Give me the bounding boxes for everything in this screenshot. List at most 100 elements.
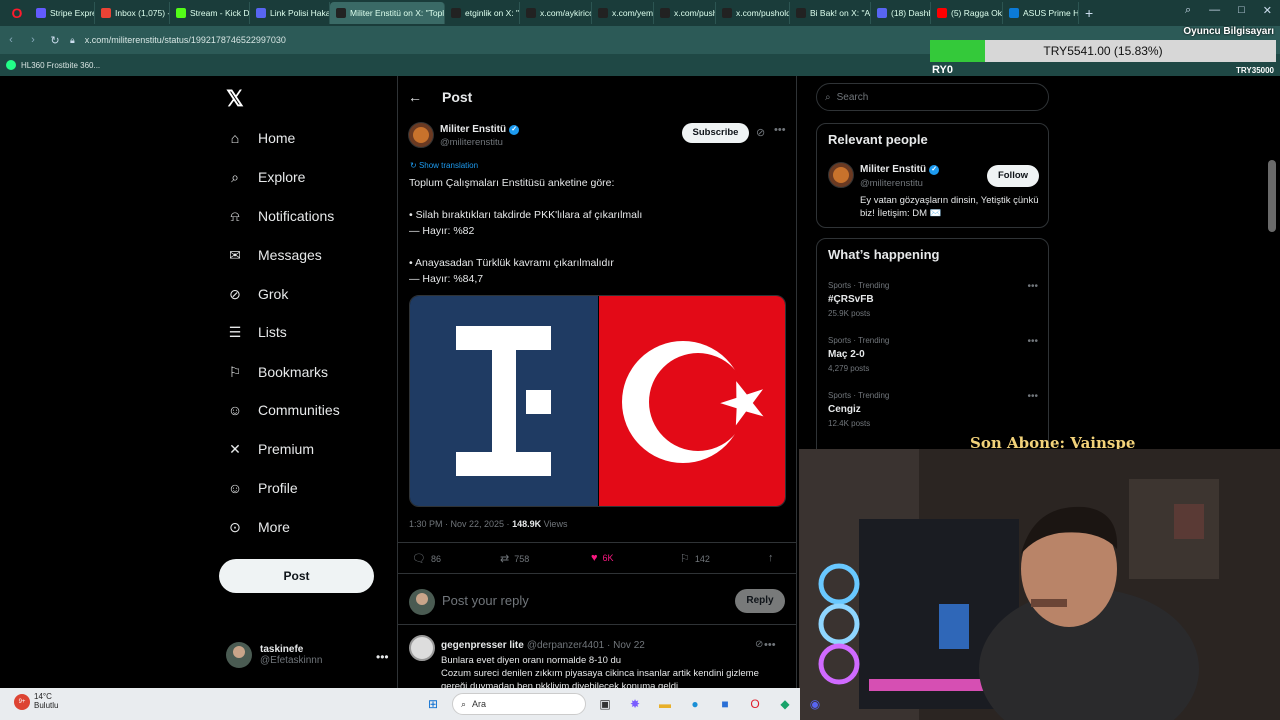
trend-name: Cengiz (828, 404, 861, 415)
tab-favicon-icon (451, 8, 461, 18)
verified-badge-icon: ✓ (929, 164, 940, 175)
repost-action[interactable]: ⇄ 758 (500, 552, 529, 565)
trend-item[interactable]: Sports · Trending #ÇRSvFB 25.9K posts ••• (828, 281, 1038, 318)
bookmark-item[interactable]: HL360 Frostbite 360... (21, 61, 100, 70)
sidebar-item-notifications[interactable]: ⍾ Notifications (226, 204, 334, 228)
browser-tab[interactable]: x.com/yemekter (592, 2, 654, 24)
relevant-avatar[interactable] (828, 162, 854, 188)
browser-tab[interactable]: Stripe Express (30, 2, 95, 24)
reply-action[interactable]: 🗨︎ 86 (412, 552, 441, 565)
relevant-handle[interactable]: @militerenstitu (860, 178, 923, 189)
sidebar-item-label: Premium (258, 441, 315, 457)
close-icon[interactable]: ✕ (1263, 4, 1272, 17)
forward-icon[interactable]: › (22, 34, 44, 46)
subscribe-button[interactable]: Subscribe (682, 123, 749, 143)
tab-favicon-icon (722, 8, 732, 18)
browser-tab[interactable]: (5) Ragga Oktay (931, 2, 1003, 24)
share-action[interactable]: ↑ (768, 552, 779, 564)
sidebar-item-home[interactable]: ⌂ Home (226, 126, 296, 150)
more-icon[interactable]: ••• (1027, 336, 1038, 347)
file-explorer-icon[interactable]: ▬ (654, 693, 676, 715)
sidebar-item-communities[interactable]: ☺ Communities (226, 398, 340, 422)
comment-author[interactable]: gegenpresser lite @derpanzer4401 · Nov 22 (441, 640, 645, 651)
maximize-icon[interactable]: □ (1238, 4, 1245, 17)
discord-icon[interactable]: ◉ (804, 693, 826, 715)
sidebar-item-lists[interactable]: ☰ Lists (226, 320, 287, 344)
grok-icon[interactable]: ⊘ (756, 126, 765, 139)
scrollbar[interactable] (1268, 160, 1276, 232)
url-field[interactable]: x.com/militerenstitu/status/199217874652… (85, 35, 286, 45)
copilot-icon[interactable]: ✸ (624, 693, 646, 715)
search-tabs-icon[interactable]: ⌕ (1185, 4, 1191, 17)
opera-icon[interactable]: O (744, 693, 766, 715)
reply-icon: 🗨︎ (412, 553, 426, 565)
sidebar-item-messages[interactable]: ✉ Messages (226, 243, 322, 267)
account-switcher[interactable]: taskinefe @Efetaskinnn ••• (226, 642, 389, 668)
relevant-people-card: Relevant people Militer Enstitü ✓ @milite… (816, 123, 1049, 228)
browser-tab[interactable]: ASUS Prime H6 (1003, 2, 1079, 24)
like-action[interactable]: ♥ 6K (591, 552, 614, 564)
more-icon[interactable]: ••• (764, 639, 776, 651)
browser-tab[interactable]: Stream - Kick D (170, 2, 250, 24)
reply-button[interactable]: Reply (735, 589, 785, 613)
windows-start-icon[interactable]: ⊞ (422, 693, 444, 715)
browser-tab[interactable]: etginlik on X: " (445, 2, 520, 24)
comment-avatar[interactable] (409, 635, 435, 661)
more-icon[interactable]: ••• (376, 650, 389, 664)
browser-tab[interactable]: Inbox (1,075) - (95, 2, 170, 24)
bookmark-action[interactable]: ⚐ 142 (680, 552, 710, 565)
sidebar-item-label: Messages (258, 247, 322, 263)
lock-icon: 🔒︎ (70, 34, 75, 45)
app-icon[interactable]: ◆ (774, 693, 796, 715)
browser-tab[interactable]: Bi Bak! on X: "A (790, 2, 871, 24)
trend-item[interactable]: Sports · Trending Cengiz 12.4K posts ••• (828, 391, 1038, 428)
more-icon[interactable]: ••• (774, 124, 786, 136)
browser-tab[interactable]: (18) Dashboard (871, 2, 931, 24)
author-avatar[interactable] (408, 122, 434, 148)
more-icon[interactable]: ••• (1027, 281, 1038, 292)
author-handle[interactable]: @militerenstitu (440, 137, 503, 148)
tab-favicon-icon (1009, 8, 1019, 18)
post-button[interactable]: Post (219, 559, 374, 593)
trend-count: 4,279 posts (828, 364, 870, 373)
browser-tab[interactable]: Link Polisi Hakal (250, 2, 330, 24)
sidebar-item-profile[interactable]: ☺ Profile (226, 476, 298, 500)
trend-item[interactable]: Sports · Trending Maç 2-0 4,279 posts ••• (828, 336, 1038, 373)
post-header: ← Post (398, 76, 796, 118)
reload-icon[interactable]: ↻ (44, 34, 66, 47)
browser-tab[interactable]: x.com/pusholde (716, 2, 790, 24)
browser-tab[interactable]: Militer Enstitü on X: "Topl (330, 2, 445, 24)
search-input[interactable]: ⌕ Search (816, 83, 1049, 111)
reply-input[interactable]: Post your reply (442, 593, 529, 608)
x-logo-icon[interactable]: 𝕏 (226, 86, 244, 112)
tab-title: (18) Dashboard (891, 8, 930, 18)
store-icon[interactable]: ■ (714, 693, 736, 715)
author-name[interactable]: Militer Enstitü ✓ (440, 124, 520, 135)
more-icon[interactable]: ••• (1027, 391, 1038, 402)
sidebar-item-premium[interactable]: ✕ Premium (226, 437, 314, 461)
new-tab-icon[interactable]: + (1085, 5, 1093, 21)
task-view-icon[interactable]: ▣ (594, 693, 616, 715)
show-translation-link[interactable]: ↻ Show translation (410, 161, 478, 170)
donation-profile-label: Oyuncu Bilgisayarı (1183, 26, 1274, 37)
browser-tab[interactable]: x.com/aykiricon (520, 2, 592, 24)
sidebar-item-grok[interactable]: ⊘ Grok (226, 282, 288, 306)
relevant-name[interactable]: Militer Enstitü ✓ (860, 164, 940, 175)
sidebar-item-more[interactable]: ⊙ More (226, 515, 290, 539)
reply-item[interactable]: gegenpresser lite @derpanzer4401 · Nov 22… (398, 631, 796, 692)
browser-tab[interactable]: x.com/pusholde (654, 2, 716, 24)
edge-icon[interactable]: ● (684, 693, 706, 715)
sidebar-item-bookmarks[interactable]: ⚐ Bookmarks (226, 360, 328, 384)
weather-widget[interactable]: 9+ 14°C Bulutlu (14, 692, 58, 710)
post-image[interactable] (409, 295, 786, 507)
grok-icon[interactable]: ⊘ (755, 639, 763, 650)
tab-title: Stripe Express (50, 8, 94, 18)
back-icon[interactable]: ‹ (0, 34, 22, 46)
taskbar-search[interactable]: ⌕ Ara (452, 693, 586, 715)
minimize-icon[interactable]: — (1209, 4, 1220, 17)
opera-logo-icon[interactable]: O (8, 4, 26, 22)
sidebar-item-explore[interactable]: ⌕ Explore (226, 165, 305, 189)
sidebar-item-label: Home (258, 130, 296, 146)
follow-button[interactable]: Follow (987, 165, 1039, 187)
back-arrow-icon[interactable]: ← (408, 89, 422, 105)
